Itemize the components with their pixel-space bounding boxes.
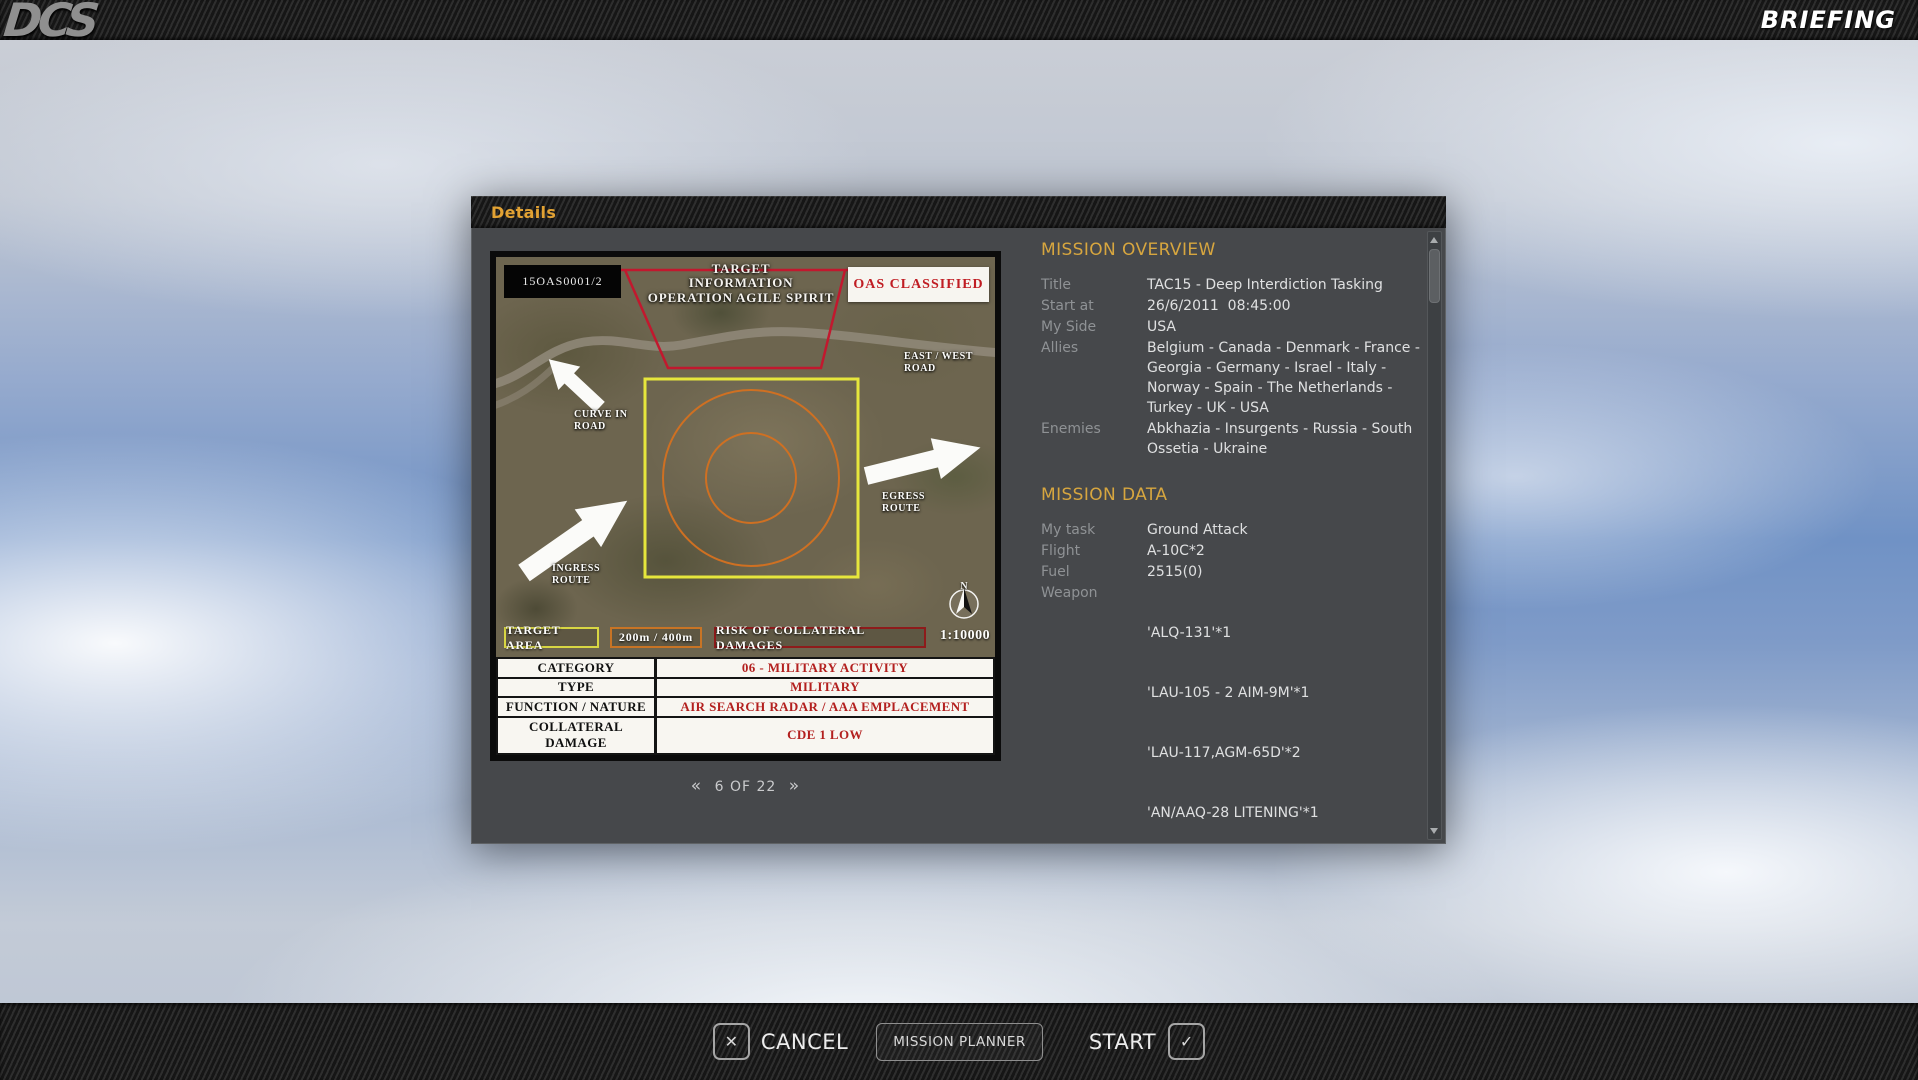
row-value: TAC15 - Deep Interdiction Tasking [1147, 275, 1429, 295]
range-ring-200m [706, 433, 796, 523]
dialog-title: Details [471, 203, 556, 222]
table-label: CATEGORY [497, 658, 656, 678]
scrollbar-thumb[interactable] [1429, 249, 1440, 303]
target-ref-code: 15OAS0001/2 [504, 265, 621, 298]
info-row: Flight A-10C*2 [1041, 541, 1429, 561]
legend-rings: 200m / 400m [610, 627, 702, 648]
start-confirm-icon[interactable]: ✓ [1168, 1023, 1205, 1060]
bottom-bar: ✕ CANCEL MISSION PLANNER START ✓ [0, 1003, 1918, 1080]
row-label: My task [1041, 520, 1147, 540]
next-page-button[interactable]: » [782, 776, 807, 796]
briefing-text-panel: MISSION OVERVIEW Title TAC15 - Deep Inte… [1037, 228, 1429, 842]
egress-arrow [861, 427, 986, 496]
table-row: COLLATERAL DAMAGE CDE 1 LOW [497, 717, 994, 754]
target-map: 15OAS0001/2 TARGET INFORMATION OPERATION… [490, 251, 1001, 761]
target-info-title: TARGET INFORMATION OPERATION AGILE SPIRI… [634, 262, 848, 305]
ingress-route-label: INGRESS ROUTE [552, 563, 614, 587]
section-mission-overview: MISSION OVERVIEW Title TAC15 - Deep Inte… [1041, 240, 1429, 459]
egress-route-label: EGRESS ROUTE [882, 491, 944, 515]
target-data-table: CATEGORY 06 - MILITARY ACTIVITY TYPE MIL… [496, 657, 995, 755]
weapon-line: 'AN/AAQ-28 LITENING'*1 [1147, 803, 1429, 823]
details-dialog: Details [471, 196, 1446, 844]
info-row: Start at 26/6/2011 08:45:00 [1041, 296, 1429, 316]
page-indicator: 6 OF 22 [715, 779, 777, 795]
table-row: CATEGORY 06 - MILITARY ACTIVITY [497, 658, 994, 678]
briefing-screen: DCS BRIEFING Details [0, 0, 1918, 1080]
row-label: Start at [1041, 296, 1147, 316]
cancel-button[interactable]: CANCEL [761, 1030, 848, 1054]
row-label: Flight [1041, 541, 1147, 561]
dialog-body: 15OAS0001/2 TARGET INFORMATION OPERATION… [471, 228, 1446, 844]
start-button[interactable]: START [1089, 1030, 1156, 1054]
map-scale: 1:10000 [940, 628, 990, 644]
info-row: Allies Belgium - Canada - Denmark - Fran… [1041, 338, 1429, 418]
table-label: TYPE [497, 678, 656, 698]
table-label: FUNCTION / NATURE [497, 697, 656, 717]
mission-planner-button[interactable]: MISSION PLANNER [876, 1023, 1043, 1061]
row-value: 'ALQ-131'*1 'LAU-105 - 2 AIM-9M'*1 'LAU-… [1147, 583, 1429, 842]
table-value: 06 - MILITARY ACTIVITY [656, 658, 995, 678]
legend-collateral-risk: RISK OF COLLATERAL DAMAGES [714, 627, 926, 648]
table-value: AIR SEARCH RADAR / AAA EMPLACEMENT [656, 697, 995, 717]
cancel-icon[interactable]: ✕ [713, 1023, 750, 1060]
map-overlay [496, 257, 995, 657]
page-title: BRIEFING [1761, 6, 1918, 34]
info-row: Title TAC15 - Deep Interdiction Tasking [1041, 275, 1429, 295]
prev-page-button[interactable]: « [684, 776, 709, 796]
dcs-logo: DCS [0, 2, 97, 38]
curve-in-road-label: CURVE IN ROAD [574, 409, 656, 433]
section-title: MISSION OVERVIEW [1041, 240, 1429, 260]
row-value: A-10C*2 [1147, 541, 1429, 561]
info-row: My task Ground Attack [1041, 520, 1429, 540]
top-bar: DCS BRIEFING [0, 0, 1918, 40]
info-row: Weapon 'ALQ-131'*1 'LAU-105 - 2 AIM-9M'*… [1041, 583, 1429, 842]
classification-stamp: OAS CLASSIFIED [848, 267, 989, 302]
row-value: Ground Attack [1147, 520, 1429, 540]
target-map-photo: 15OAS0001/2 TARGET INFORMATION OPERATION… [496, 257, 995, 657]
row-value: Abkhazia - Insurgents - Russia - South O… [1147, 419, 1429, 459]
row-value: Belgium - Canada - Denmark - France - Ge… [1147, 338, 1429, 418]
weapon-line: 'ALQ-131'*1 [1147, 623, 1429, 643]
table-label: COLLATERAL DAMAGE [497, 717, 656, 754]
scroll-up-icon[interactable] [1430, 237, 1438, 243]
info-row: Enemies Abkhazia - Insurgents - Russia -… [1041, 419, 1429, 459]
row-label: Enemies [1041, 419, 1147, 459]
table-row: FUNCTION / NATURE AIR SEARCH RADAR / AAA… [497, 697, 994, 717]
pagination: « 6 OF 22 » [490, 776, 1001, 796]
scroll-down-icon[interactable] [1430, 828, 1438, 834]
east-west-road-label: EAST / WEST ROAD [904, 351, 978, 375]
dialog-title-bar: Details [471, 196, 1446, 228]
target-info-line3: OPERATION AGILE SPIRIT [634, 291, 848, 305]
table-value: CDE 1 LOW [656, 717, 995, 754]
briefing-scrollbar[interactable] [1427, 231, 1442, 840]
row-label: Weapon [1041, 583, 1147, 842]
row-value: USA [1147, 317, 1429, 337]
weapon-line: 'LAU-117,AGM-65D'*2 [1147, 743, 1429, 763]
target-area-square [645, 379, 858, 577]
compass-north-label: N [956, 581, 972, 592]
row-value: 2515(0) [1147, 562, 1429, 582]
legend-target-area: TARGET AREA [504, 627, 599, 648]
table-value: MILITARY [656, 678, 995, 698]
table-row: TYPE MILITARY [497, 678, 994, 698]
row-value: 26/6/2011 08:45:00 [1147, 296, 1429, 316]
section-mission-data: MISSION DATA My task Ground Attack Fligh… [1041, 485, 1429, 842]
weapon-line: 'LAU-105 - 2 AIM-9M'*1 [1147, 683, 1429, 703]
row-label: My Side [1041, 317, 1147, 337]
info-row: Fuel 2515(0) [1041, 562, 1429, 582]
section-title: MISSION DATA [1041, 485, 1429, 505]
row-label: Allies [1041, 338, 1147, 418]
range-ring-400m [663, 390, 839, 566]
target-info-line2: INFORMATION [634, 276, 848, 290]
row-label: Title [1041, 275, 1147, 295]
info-row: My Side USA [1041, 317, 1429, 337]
row-label: Fuel [1041, 562, 1147, 582]
